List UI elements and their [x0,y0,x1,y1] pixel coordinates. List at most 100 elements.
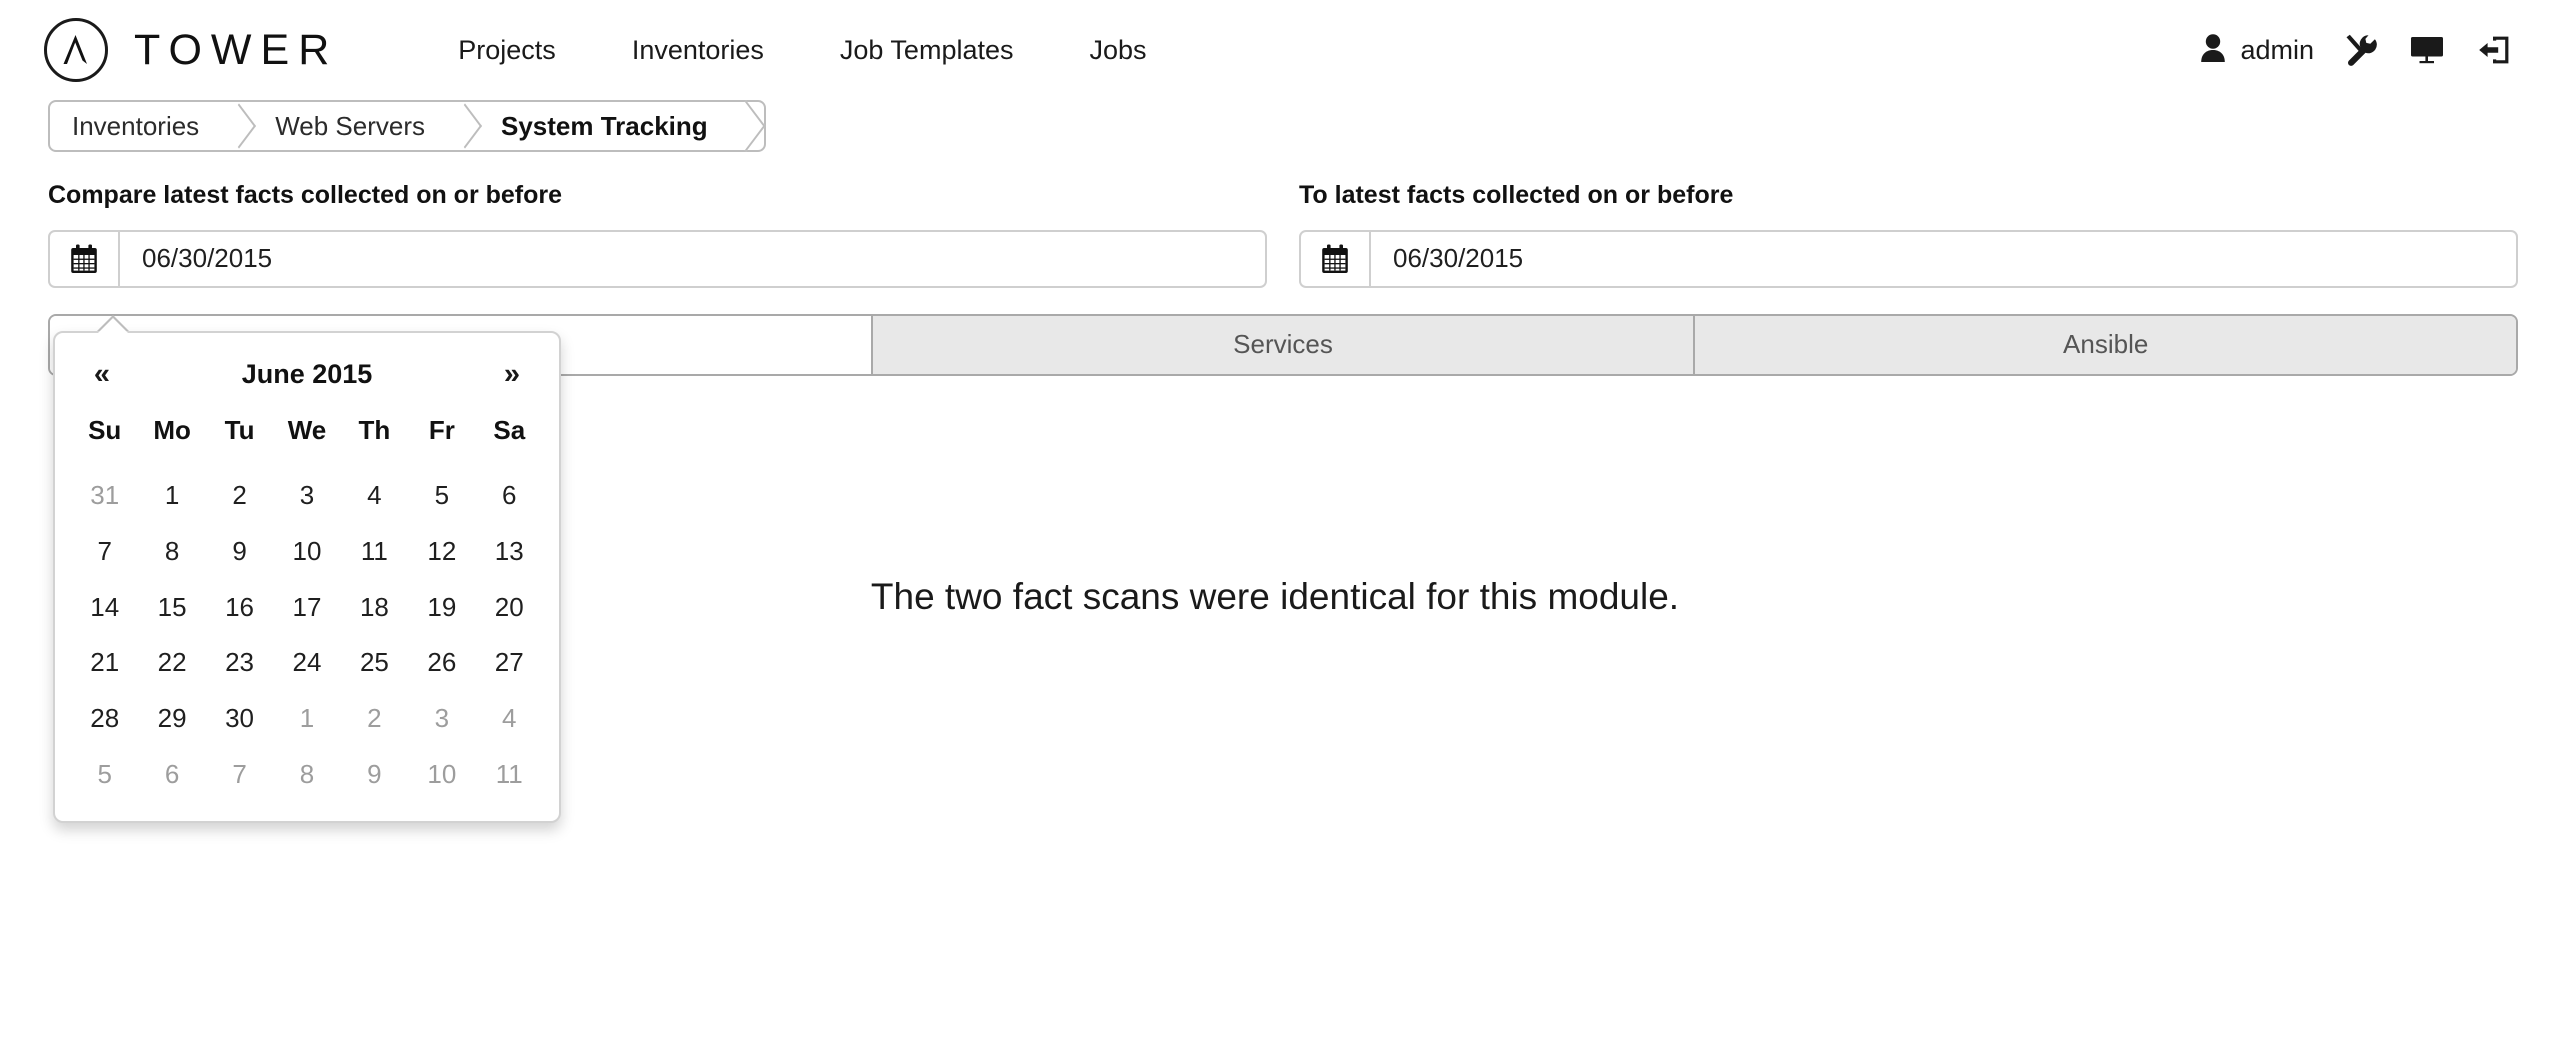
user-icon [2200,33,2226,68]
top-navigation-bar: TOWER Projects Inventories Job Templates… [0,0,2550,100]
day-cell[interactable]: 6 [476,468,543,524]
day-cell[interactable]: 13 [476,524,543,580]
day-cell[interactable]: 21 [71,635,138,691]
datepicker-week-row: 21 22 23 24 25 26 27 [71,635,543,691]
nav-item-inventories[interactable]: Inventories [594,35,802,66]
day-cell[interactable]: 16 [206,580,273,636]
day-cell[interactable]: 15 [138,580,205,636]
day-cell[interactable]: 1 [273,691,340,747]
logout-icon[interactable] [2478,35,2510,65]
breadcrumb-item-inventories[interactable]: Inventories [50,102,225,150]
day-cell[interactable]: 17 [273,580,340,636]
calendar-icon[interactable] [50,231,120,286]
day-cell[interactable]: 4 [341,468,408,524]
datepicker-month-title[interactable]: June 2015 [133,359,481,390]
nav-item-projects[interactable]: Projects [420,35,594,66]
breadcrumb-bar: Inventories Web Servers System Tracking [0,100,2550,164]
datepicker-weekday-row: Su Mo Tu We Th Fr Sa [71,405,543,468]
weekday-tu: Tu [224,415,255,445]
day-cell[interactable]: 28 [71,691,138,747]
datepicker-week-row: 7 8 9 10 11 12 13 [71,524,543,580]
wrench-screwdriver-icon[interactable] [2344,33,2378,67]
day-cell[interactable]: 9 [341,747,408,803]
day-cell[interactable]: 19 [408,580,475,636]
tab-services[interactable]: Services [872,315,1696,374]
datepicker-caret [97,318,129,334]
calendar-icon[interactable] [1301,231,1371,286]
day-cell[interactable]: 27 [476,635,543,691]
to-date-value[interactable]: 06/30/2015 [1371,232,2516,286]
datepicker-popup: « June 2015 » Su Mo Tu We Th Fr Sa 31 1 … [53,315,561,823]
day-cell[interactable]: 31 [71,468,138,524]
day-cell[interactable]: 8 [273,747,340,803]
weekday-mo: Mo [153,415,191,445]
datepicker-weeks: 31 1 2 3 4 5 6 7 8 9 10 11 12 13 14 15 1… [71,468,543,803]
chevron-right-icon [451,102,477,150]
day-cell[interactable]: 14 [71,580,138,636]
day-cell[interactable]: 9 [206,524,273,580]
brand-logo[interactable]: TOWER [44,18,338,82]
day-cell[interactable]: 2 [341,691,408,747]
weekday-fr: Fr [428,415,455,445]
datepicker-prev-month-button[interactable]: « [71,358,133,391]
datepicker-next-month-button[interactable]: » [481,358,543,391]
compare-date-input-group[interactable]: 06/30/2015 [48,229,1267,288]
day-cell[interactable]: 5 [408,468,475,524]
day-cell[interactable]: 23 [206,635,273,691]
to-date-filter: To latest facts collected on or before 0… [1299,181,2518,288]
breadcrumb-item-web-servers[interactable]: Web Servers [251,102,451,150]
weekday-we: We [287,415,327,445]
day-cell[interactable]: 18 [341,580,408,636]
day-cell[interactable]: 4 [476,691,543,747]
datepicker-header: « June 2015 » [71,343,543,405]
datepicker-week-row: 14 15 16 17 18 19 20 [71,580,543,636]
username-label: admin [2240,34,2314,65]
datepicker-week-row: 28 29 30 1 2 3 4 [71,691,543,747]
day-cell[interactable]: 7 [206,747,273,803]
day-cell[interactable]: 20 [476,580,543,636]
ansible-a-logo-icon [44,18,108,82]
brand-name: TOWER [134,25,339,74]
to-date-label: To latest facts collected on or before [1299,181,1734,209]
day-cell[interactable]: 8 [138,524,205,580]
weekday-th: Th [358,415,391,445]
day-cell[interactable]: 22 [138,635,205,691]
day-cell[interactable]: 29 [138,691,205,747]
day-cell[interactable]: 12 [408,524,475,580]
day-cell[interactable]: 3 [408,691,475,747]
day-cell[interactable]: 5 [71,747,138,803]
chevron-right-icon [225,102,251,150]
datepicker-week-row: 31 1 2 3 4 5 6 [71,468,543,524]
datepicker-week-row: 5 6 7 8 9 10 11 [71,747,543,803]
monitor-icon[interactable] [2410,35,2444,65]
current-user[interactable]: admin [2200,33,2344,68]
day-cell[interactable]: 6 [138,747,205,803]
weekday-sa: Sa [493,415,526,445]
compare-date-label: Compare latest facts collected on or bef… [48,181,563,209]
day-cell[interactable]: 10 [273,524,340,580]
day-cell[interactable]: 2 [206,468,273,524]
day-cell[interactable]: 25 [341,635,408,691]
breadcrumb: Inventories Web Servers System Tracking [48,100,766,152]
day-cell[interactable]: 30 [206,691,273,747]
date-filter-row: Compare latest facts collected on or bef… [0,164,2550,288]
day-cell[interactable]: 1 [138,468,205,524]
compare-date-filter: Compare latest facts collected on or bef… [48,181,1267,288]
tab-ansible[interactable]: Ansible [1695,315,2516,374]
breadcrumb-end-arrow-icon [734,102,764,150]
datepicker-grid: Su Mo Tu We Th Fr Sa 31 1 2 3 4 5 6 7 8 [71,405,543,803]
day-cell[interactable]: 10 [408,747,475,803]
weekday-su: Su [88,415,122,445]
nav-item-jobs[interactable]: Jobs [1052,35,1185,66]
day-cell[interactable]: 7 [71,524,138,580]
breadcrumb-item-system-tracking: System Tracking [500,110,708,141]
compare-date-value[interactable]: 06/30/2015 [120,232,1265,286]
day-cell[interactable]: 11 [341,524,408,580]
day-cell[interactable]: 26 [408,635,475,691]
to-date-input-group[interactable]: 06/30/2015 [1299,229,2518,288]
primary-nav: Projects Inventories Job Templates Jobs [420,35,1184,66]
nav-item-job-templates[interactable]: Job Templates [802,35,1052,66]
day-cell[interactable]: 3 [273,468,340,524]
day-cell[interactable]: 24 [273,635,340,691]
day-cell[interactable]: 11 [476,747,543,803]
